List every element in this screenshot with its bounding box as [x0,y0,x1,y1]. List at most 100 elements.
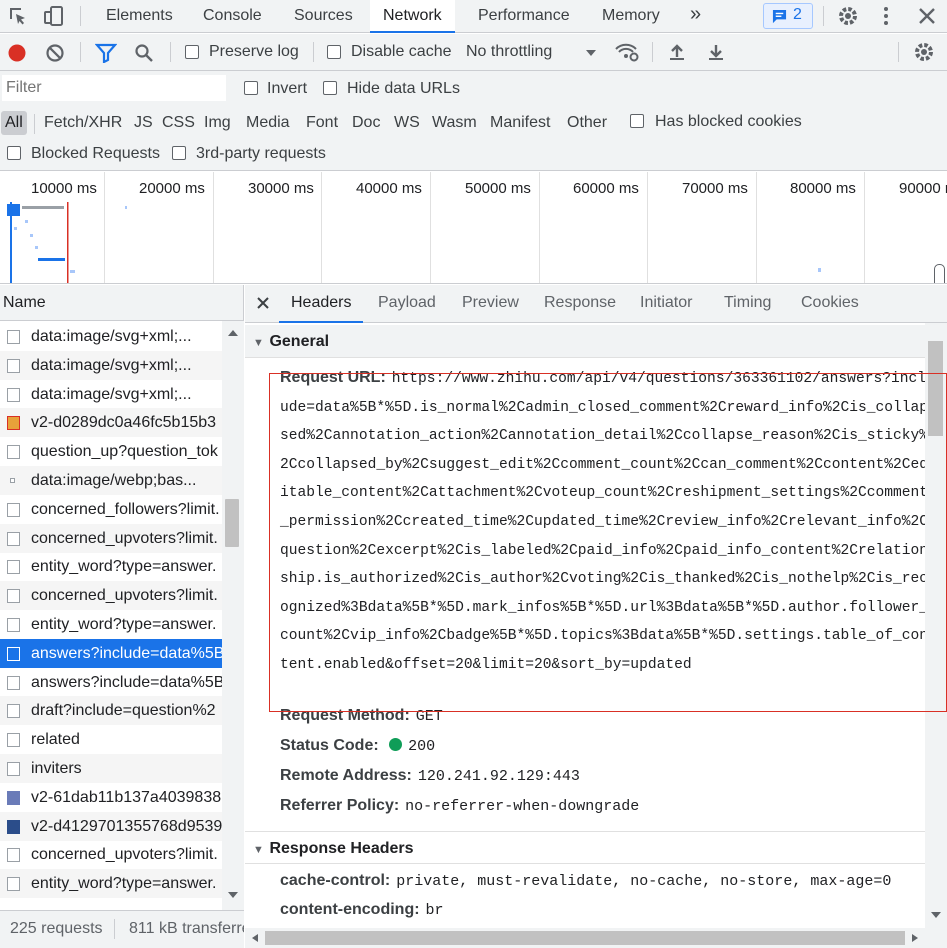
type-filter-other[interactable]: Other [567,111,607,135]
type-filter-media[interactable]: Media [246,111,290,135]
split-drag-handle[interactable] [934,264,945,283]
filter-input[interactable] [2,75,226,101]
request-row[interactable]: concerned_upvoters?limit. [0,840,222,869]
tab-initiator[interactable]: Initiator [640,285,692,323]
cache-control-row: cache-control: private, must-revalidate, … [280,872,891,890]
referrer-policy-row: Referrer Policy: no-referrer-when-downgra… [280,797,639,815]
request-row[interactable]: answers?include=data%5B [0,638,222,668]
scroll-right-icon[interactable] [911,933,919,943]
toolbar-divider [313,42,314,62]
hide-data-urls-checkbox[interactable] [323,81,337,95]
device-toolbar-icon[interactable] [42,4,66,28]
request-name: answers?include=data%5B [31,673,222,691]
request-row[interactable]: data:image/svg+xml;... [0,350,222,380]
close-devtools-icon[interactable] [915,4,939,28]
scroll-down-icon[interactable] [930,911,942,919]
request-row[interactable]: answers?include=data%5B [0,668,222,697]
network-overview-timeline[interactable]: 10000 ms 20000 ms 30000 ms 40000 ms 5000… [0,172,947,284]
details-scrollbar[interactable] [925,323,947,948]
request-row[interactable]: inviters [0,754,222,783]
clear-icon[interactable] [45,43,65,63]
type-filter-js[interactable]: JS [134,111,153,135]
general-section-header[interactable]: ▼ General [245,325,925,358]
chevron-down-icon[interactable] [585,48,597,58]
request-row[interactable]: draft?include=question%2 [0,696,222,726]
filter-icon[interactable] [95,43,117,63]
tab-response[interactable]: Response [544,285,616,323]
request-name: question_up?question_tok [31,443,218,461]
more-options-icon[interactable] [874,4,898,28]
tab-preview[interactable]: Preview [462,285,519,323]
inspect-element-icon[interactable] [6,4,30,28]
invert-checkbox[interactable] [244,81,258,95]
export-har-icon[interactable] [706,42,726,62]
request-row[interactable]: data:image/svg+xml;... [0,380,222,409]
preserve-log-checkbox[interactable] [185,45,199,59]
scroll-left-icon[interactable] [251,933,259,943]
import-har-icon[interactable] [667,42,687,62]
type-filter-manifest[interactable]: Manifest [490,111,550,135]
close-details-icon[interactable] [256,296,270,310]
type-filter-ws[interactable]: WS [394,111,420,135]
scrollbar-thumb[interactable] [225,499,239,547]
type-filter-wasm[interactable]: Wasm [432,111,477,135]
detail-tab-bar: Headers Payload Preview Response Initiat… [245,285,947,323]
type-filter-img[interactable]: Img [204,111,231,135]
request-row[interactable]: question_up?question_tok [0,437,222,466]
request-row[interactable]: concerned_followers?limit. [0,495,222,524]
tab-console[interactable]: Console [203,0,262,33]
network-conditions-icon[interactable] [614,41,640,63]
referrer-policy-value: no-referrer-when-downgrade [405,798,640,815]
request-row[interactable]: data:image/svg+xml;... [0,322,222,351]
response-headers-section-header[interactable]: ▼ Response Headers [245,831,925,864]
tab-headers[interactable]: Headers [279,285,364,323]
tab-payload[interactable]: Payload [378,285,436,323]
blocked-requests-checkbox[interactable] [7,146,21,160]
scroll-down-icon[interactable] [227,891,239,899]
request-row[interactable]: v2-61dab11b137a4039838 [0,783,222,812]
disable-cache-checkbox[interactable] [327,45,341,59]
type-filter-fetch-xhr[interactable]: Fetch/XHR [44,111,122,135]
scrollbar-thumb[interactable] [265,931,905,945]
document-icon [7,762,20,776]
request-row[interactable]: entity_word?type=answer. [0,869,222,899]
request-row[interactable]: related [0,725,222,754]
request-row[interactable]: concerned_upvoters?limit. [0,523,222,553]
record-icon[interactable] [7,43,27,63]
issues-badge[interactable]: 2 [763,3,813,29]
tab-performance[interactable]: Performance [478,0,570,33]
network-settings-gear-icon[interactable] [912,40,936,64]
scrollbar-thumb[interactable] [928,341,943,436]
third-party-checkbox[interactable] [172,146,186,160]
request-list-scrollbar[interactable] [222,321,244,911]
request-row[interactable]: v2-d4129701355768d9539 [0,811,222,841]
tab-elements[interactable]: Elements [106,0,173,33]
type-filter-all[interactable]: All [1,111,27,135]
document-icon [7,848,20,863]
tab-sources[interactable]: Sources [294,0,353,33]
blocked-requests-label: Blocked Requests [31,145,160,162]
name-column-header[interactable]: Name [0,285,243,321]
request-row[interactable]: v2-d0289dc0a46fc5b15b3 [0,408,222,438]
request-row[interactable]: entity_word?type=answer. [0,610,222,639]
status-code-value: 200 [408,738,436,755]
tab-network[interactable]: Network [370,0,455,33]
settings-gear-icon[interactable] [836,4,860,28]
tab-timing[interactable]: Timing [724,285,771,323]
content-encoding-value: br [425,902,444,919]
more-tabs-icon[interactable]: » [690,0,701,33]
type-filter-font[interactable]: Font [306,111,338,135]
search-icon[interactable] [134,43,154,63]
throttling-select[interactable]: No throttling [466,43,552,61]
has-blocked-cookies-checkbox[interactable] [630,114,644,128]
details-horizontal-scrollbar[interactable] [245,928,925,948]
tab-cookies[interactable]: Cookies [801,285,859,323]
request-row[interactable]: data:image/webp;bas... [0,466,222,495]
type-filter-css[interactable]: CSS [162,111,195,135]
type-filter-doc[interactable]: Doc [352,111,380,135]
scroll-up-icon[interactable] [227,329,239,337]
tab-memory[interactable]: Memory [602,0,660,33]
document-icon [7,675,20,690]
request-row[interactable]: concerned_upvoters?limit. [0,581,222,611]
request-row[interactable]: entity_word?type=answer. [0,552,222,581]
